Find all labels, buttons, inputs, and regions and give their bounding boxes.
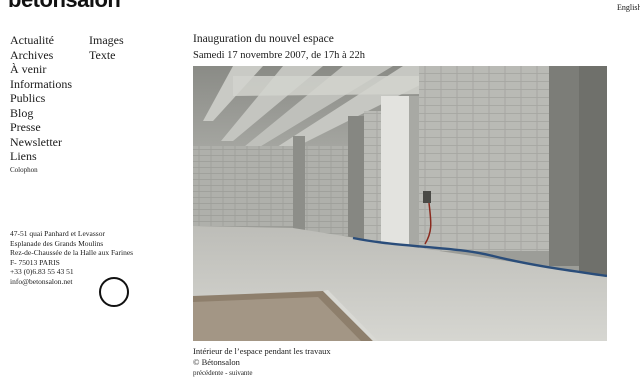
nav-link[interactable]: Texte [89, 48, 115, 62]
address-line: Rez-de-Chaussée de la Halle aux Farines [10, 248, 134, 258]
nav-item-publics[interactable]: Publics [10, 91, 72, 106]
previous-link[interactable]: précédente [193, 369, 223, 377]
nav-link[interactable]: Presse [10, 120, 41, 134]
caption-credit: © Bétonsalon [193, 357, 240, 367]
exhibition-photo [193, 66, 607, 341]
event-date: Samedi 17 novembre 2007, de 17h à 22h [193, 50, 366, 61]
nav-link[interactable]: Actualité [10, 33, 54, 47]
nav-item-newsletter[interactable]: Newsletter [10, 135, 72, 150]
page-title: Inauguration du nouvel espace [193, 33, 334, 45]
address-line: 47-51 quai Panhard et Levassor [10, 229, 105, 238]
nav-item-presse[interactable]: Presse [10, 120, 72, 135]
circle-logo-icon [99, 277, 129, 307]
nav-link[interactable]: À venir [10, 62, 46, 76]
photo-illustration [193, 66, 607, 341]
nav-item-archives[interactable]: Archives [10, 48, 72, 63]
nav-link[interactable]: Informations [10, 77, 72, 91]
nav-link[interactable]: Newsletter [10, 135, 62, 149]
nav-item-a-venir[interactable]: À venir [10, 62, 72, 77]
secondary-navigation: Images Texte [89, 33, 124, 62]
nav-item-images[interactable]: Images [89, 33, 124, 48]
nav-item-liens[interactable]: Liens [10, 149, 72, 164]
nav-item-colophon[interactable]: Colophon [10, 164, 72, 176]
photo-caption: Intérieur de l’espace pendant les travau… [193, 346, 331, 368]
main-navigation: Actualité Archives À venir Informations … [10, 33, 72, 176]
site-logo[interactable]: betonsalon [8, 0, 121, 13]
nav-item-texte[interactable]: Texte [89, 48, 124, 63]
nav-item-blog[interactable]: Blog [10, 106, 72, 121]
caption-text: Intérieur de l’espace pendant les travau… [193, 346, 331, 356]
nav-link[interactable]: Archives [10, 48, 53, 62]
address-line: Esplanade des Grands Moulins [10, 238, 104, 248]
nav-link[interactable]: Blog [10, 106, 33, 120]
address-line: F- 75013 PARIS [10, 257, 60, 267]
nav-link[interactable]: Images [89, 33, 124, 47]
nav-item-actualite[interactable]: Actualité [10, 33, 72, 48]
nav-item-informations[interactable]: Informations [10, 77, 72, 92]
language-link-english[interactable]: English [617, 3, 640, 12]
image-pager: précédente - suivante [193, 369, 252, 377]
nav-link[interactable]: Colophon [10, 166, 38, 174]
address-phone: +33 (0)6.83 55 43 51 [10, 267, 74, 277]
next-link[interactable]: suivante [229, 369, 252, 377]
nav-link[interactable]: Liens [10, 149, 37, 163]
nav-link[interactable]: Publics [10, 91, 45, 105]
